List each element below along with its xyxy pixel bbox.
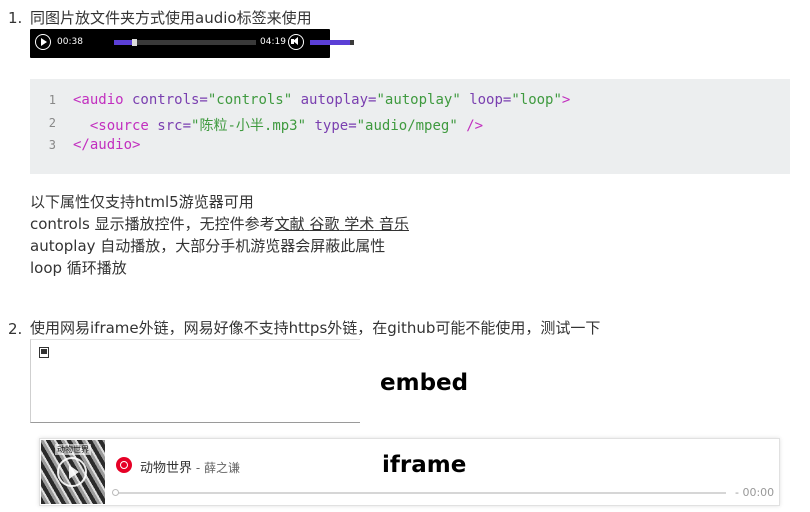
code-token: "陈粒-小半.mp3" (191, 118, 307, 134)
seek-thumb[interactable] (131, 39, 137, 46)
embed-label: embed (380, 370, 469, 396)
seek-bar[interactable] (114, 39, 256, 46)
widget-progress-knob[interactable] (112, 489, 119, 496)
note-line-3: autoplay 自动播放，大部分手机游览器会屏蔽此属性 (30, 237, 386, 255)
link-google[interactable]: 谷歌 (309, 215, 339, 233)
song-title: 动物世界 (140, 461, 193, 476)
song-separator: - (192, 461, 204, 475)
item1-heading: 同图片放文件夹方式使用audio标签来使用 (30, 9, 312, 27)
netease-music-icon (116, 457, 132, 473)
play-icon[interactable] (35, 34, 51, 50)
code-token: "controls" (207, 92, 293, 108)
widget-time: - 00:00 (735, 486, 775, 499)
code-line-2: <source src="陈粒-小半.mp3" type="audio/mpeg… (73, 115, 483, 135)
note-line-2: controls 显示播放控件，无控件参考文献 谷歌 学术 音乐 (30, 213, 409, 235)
volume-icon[interactable] (288, 34, 304, 50)
volume-slider[interactable] (310, 40, 354, 45)
item2-heading: 使用网易iframe外链，网易好像不支持https外链，在github可能不能使… (30, 319, 601, 337)
code-token: autoplay= (292, 92, 377, 108)
cover-title: 动物世界 (55, 444, 91, 455)
code-line-3: </audio> (73, 137, 140, 153)
duration: 04:19 (260, 37, 286, 47)
line-number: 2 (48, 116, 56, 130)
current-time: 00:38 (57, 37, 83, 47)
line-number: 3 (48, 138, 56, 152)
widget-progress-bar[interactable] (116, 492, 726, 494)
volume-level (310, 40, 350, 45)
code-block: 1 2 3 <audio controls="controls" autopla… (30, 79, 790, 174)
code-line-1: <audio controls="controls" autoplay="aut… (73, 92, 570, 108)
audio-player[interactable]: 00:38 04:19 (30, 29, 354, 58)
code-token: <source (89, 118, 149, 134)
link-wenxian[interactable]: 文献 (275, 215, 305, 233)
note-text: controls 显示播放控件，无控件参考 (30, 215, 275, 233)
album-cover: 动物世界 (41, 440, 105, 504)
link-music[interactable]: 音乐 (379, 215, 409, 233)
code-token: "loop" (511, 92, 562, 108)
code-token: type= (306, 118, 357, 134)
play-icon[interactable] (57, 457, 87, 487)
song-artist: 薛之谦 (203, 461, 240, 475)
note-line-4: loop 循环播放 (30, 259, 127, 277)
code-token: loop= (460, 92, 512, 108)
code-token: src= (148, 118, 192, 134)
list-number-2: 2. (8, 320, 23, 338)
code-token: "audio/mpeg" (356, 118, 458, 134)
missing-plugin-icon (39, 347, 49, 358)
song-info: 动物世界 - 薛之谦 (140, 457, 240, 476)
code-token: </audio> (73, 137, 141, 153)
code-token: controls= (123, 92, 208, 108)
code-token: > (561, 92, 571, 108)
note-line-1: 以下属性仅支持html5游览器可用 (30, 193, 254, 211)
embed-frame[interactable] (30, 339, 360, 423)
code-token: <audio (73, 92, 124, 108)
code-token: /> (457, 118, 484, 134)
code-token: "autoplay" (376, 92, 461, 108)
iframe-label: iframe (382, 452, 467, 478)
line-number: 1 (48, 93, 56, 107)
link-xueshu[interactable]: 学术 (344, 215, 374, 233)
list-number-1: 1. (8, 9, 23, 27)
